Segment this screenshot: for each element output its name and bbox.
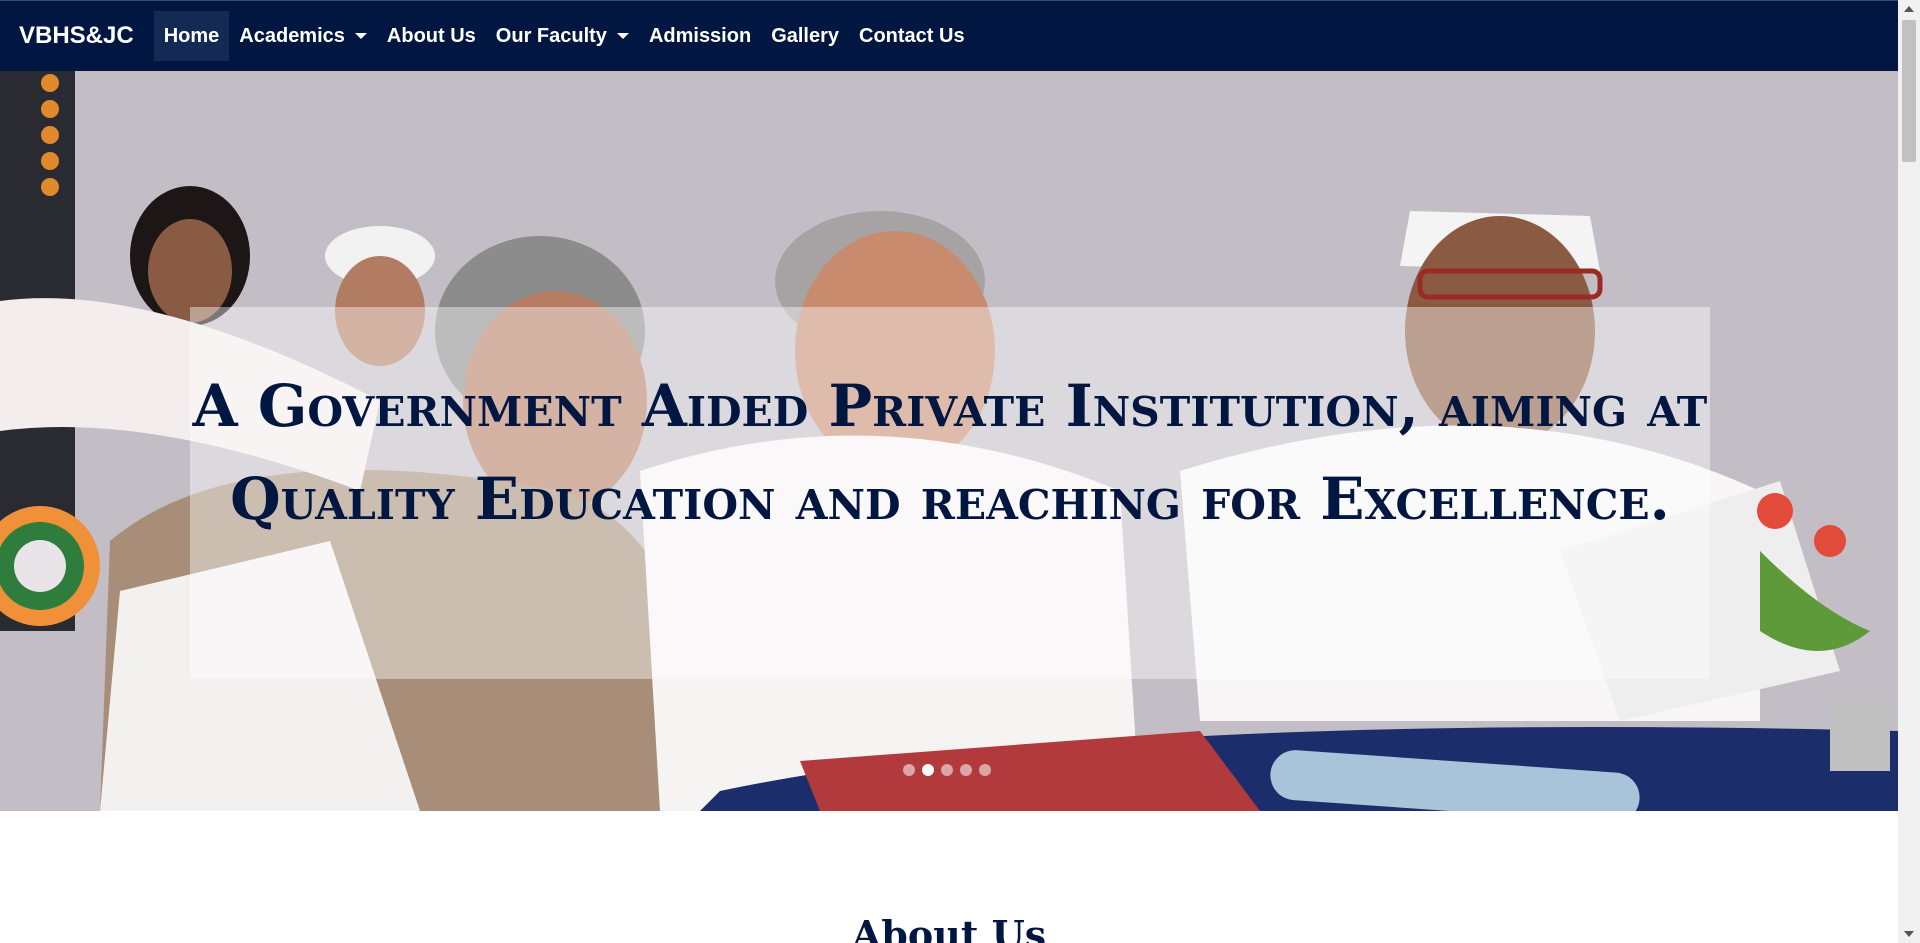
nav-faculty-label: Our Faculty [495, 24, 607, 47]
nav-about-label: About Us [386, 24, 476, 47]
carousel-indicator-1[interactable] [903, 764, 915, 776]
arrow-down-icon [1904, 931, 1914, 937]
nav-home-label: Home [163, 24, 220, 47]
carousel-indicator-3[interactable] [941, 764, 953, 776]
page: VBHS&JC Home Academics About Us Our Facu… [0, 0, 1898, 943]
nav-admission-label: Admission [648, 24, 752, 47]
scroll-up-button[interactable] [1898, 0, 1920, 18]
nav-contact-label: Contact Us [859, 24, 965, 47]
top-navbar: VBHS&JC Home Academics About Us Our Facu… [0, 0, 1898, 71]
nav-academics-label: Academics [239, 24, 345, 47]
about-us-heading: About Us [851, 911, 1047, 943]
hero-heading: A Government Aided Private Institution, … [192, 371, 1708, 533]
carousel-indicators [903, 764, 991, 776]
nav-contact-us[interactable]: Contact Us [849, 11, 975, 61]
nav-gallery[interactable]: Gallery [761, 11, 849, 61]
nav-about-us[interactable]: About Us [377, 11, 486, 61]
carousel-indicator-2[interactable] [922, 764, 934, 776]
nav-gallery-label: Gallery [771, 24, 840, 47]
nav-academics-dropdown[interactable]: Academics [229, 11, 377, 61]
arrow-up-icon [1904, 6, 1914, 12]
scroll-down-button[interactable] [1898, 925, 1920, 943]
vertical-scrollbar[interactable] [1898, 0, 1920, 943]
brand-logo[interactable]: VBHS&JC [19, 22, 134, 50]
nav-home[interactable]: Home [153, 11, 230, 61]
caret-down-icon [354, 33, 367, 39]
carousel-indicator-5[interactable] [979, 764, 991, 776]
hero-carousel: A Government Aided Private Institution, … [0, 71, 1898, 811]
scroll-thumb[interactable] [1902, 20, 1916, 162]
nav-our-faculty-dropdown[interactable]: Our Faculty [486, 11, 639, 61]
caret-down-icon [616, 33, 629, 39]
nav-admission[interactable]: Admission [639, 11, 761, 61]
carousel-indicator-4[interactable] [960, 764, 972, 776]
